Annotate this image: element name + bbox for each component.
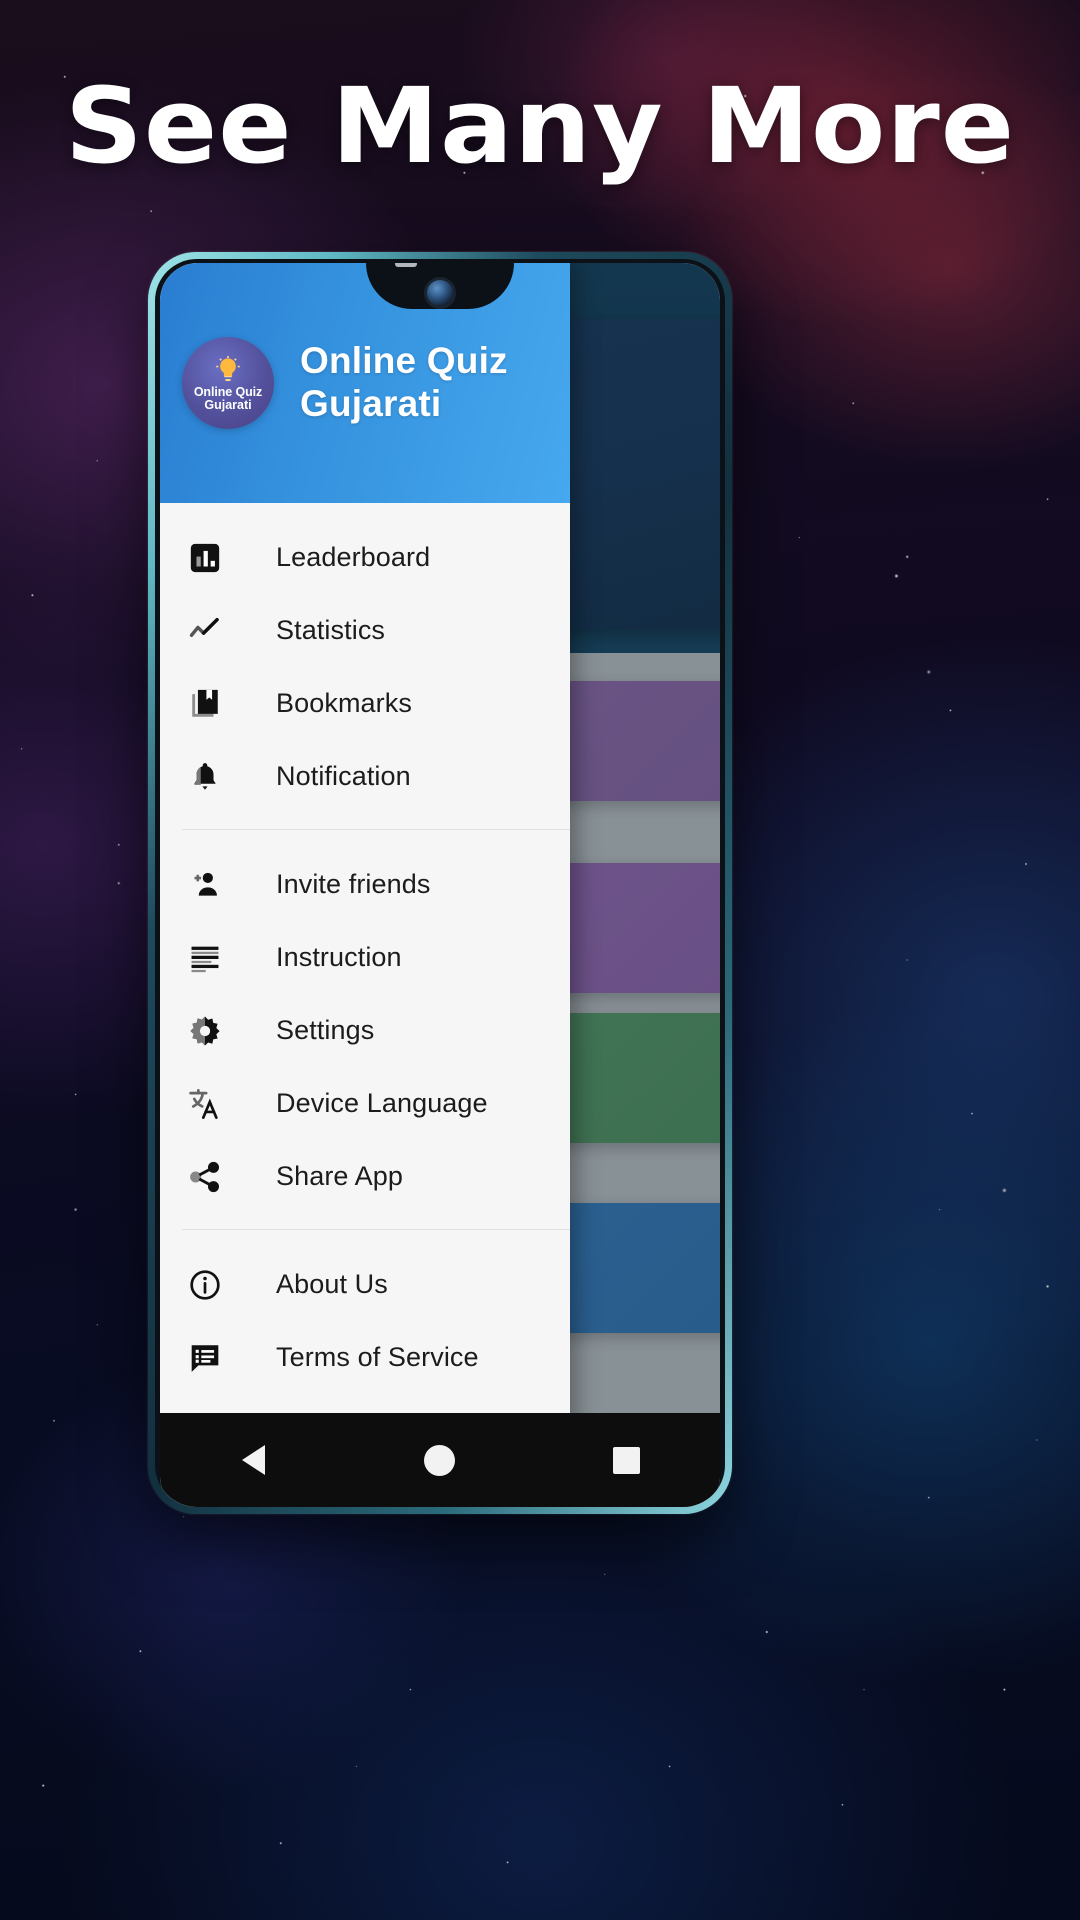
android-navigation-bar: [160, 1413, 720, 1507]
front-camera-icon: [424, 277, 456, 309]
menu-item-statistics[interactable]: Statistics: [160, 594, 570, 667]
drawer-title-line2: Gujarati: [300, 383, 442, 424]
menu-label-notification: Notification: [276, 761, 411, 791]
drawer-title-line1: Online Quiz: [300, 340, 508, 382]
menu-item-about-us[interactable]: About Us: [160, 1248, 570, 1321]
phone-bezel: Bha Quiz Zone: [155, 259, 725, 1507]
home-button[interactable]: [395, 1415, 485, 1505]
translate-icon: [182, 1081, 228, 1127]
menu-label-share-app: Share App: [276, 1161, 404, 1191]
menu-label-about-us: About Us: [276, 1269, 388, 1299]
person-add-icon: [182, 862, 228, 908]
share-icon: [182, 1154, 228, 1200]
list-lines-icon: [182, 935, 228, 981]
menu-item-share-app[interactable]: Share App: [160, 1140, 570, 1213]
menu-label-invite-friends: Invite friends: [276, 869, 431, 899]
camera-notch: [366, 263, 514, 311]
line-chart-icon: [182, 608, 228, 654]
bell-icon: [182, 754, 228, 800]
menu-label-bookmarks: Bookmarks: [276, 688, 412, 718]
info-icon: [182, 1262, 228, 1308]
menu-label-terms-of-service: Terms of Service: [276, 1342, 479, 1372]
back-button[interactable]: [208, 1415, 298, 1505]
phone-screen: Bha Quiz Zone: [160, 263, 720, 1507]
earpiece-speaker: [395, 263, 418, 267]
drawer-title: Online Quiz Gujarati: [300, 340, 508, 425]
menu-item-invite-friends[interactable]: Invite friends: [160, 848, 570, 921]
recents-button[interactable]: [582, 1415, 672, 1505]
menu-label-statistics: Statistics: [276, 615, 386, 645]
menu-item-terms-of-service[interactable]: Terms of Service: [160, 1321, 570, 1394]
menu-label-instruction: Instruction: [276, 942, 402, 972]
gear-icon: [182, 1008, 228, 1054]
app-logo: Online Quiz Gujarati: [182, 337, 274, 429]
terms-document-icon: [182, 1335, 228, 1381]
menu-label-leaderboard: Leaderboard: [276, 542, 431, 572]
menu-item-bookmarks[interactable]: Bookmarks: [160, 667, 570, 740]
bar-chart-icon: [182, 535, 228, 581]
menu-item-instruction[interactable]: Instruction: [160, 921, 570, 994]
menu-label-device-language: Device Language: [276, 1088, 488, 1118]
menu-item-leaderboard[interactable]: Leaderboard: [160, 521, 570, 594]
app-logo-line2: Gujarati: [204, 398, 252, 413]
menu-label-settings: Settings: [276, 1015, 375, 1045]
bookmark-book-icon: [182, 681, 228, 727]
page-title: See Many More: [64, 65, 1016, 187]
navigation-drawer: Online Quiz Gujarati Online Quiz Gujarat…: [160, 263, 570, 1507]
menu-group-actions: Invite friends Instruction Settings Devi…: [160, 830, 570, 1229]
menu-group-primary: Leaderboard Statistics Bookmarks Notific…: [160, 503, 570, 829]
phone-mockup: Bha Quiz Zone: [148, 252, 732, 1514]
menu-item-device-language[interactable]: Device Language: [160, 1067, 570, 1140]
menu-item-settings[interactable]: Settings: [160, 994, 570, 1067]
menu-item-notification[interactable]: Notification: [160, 740, 570, 813]
lightbulb-icon: [216, 356, 240, 382]
